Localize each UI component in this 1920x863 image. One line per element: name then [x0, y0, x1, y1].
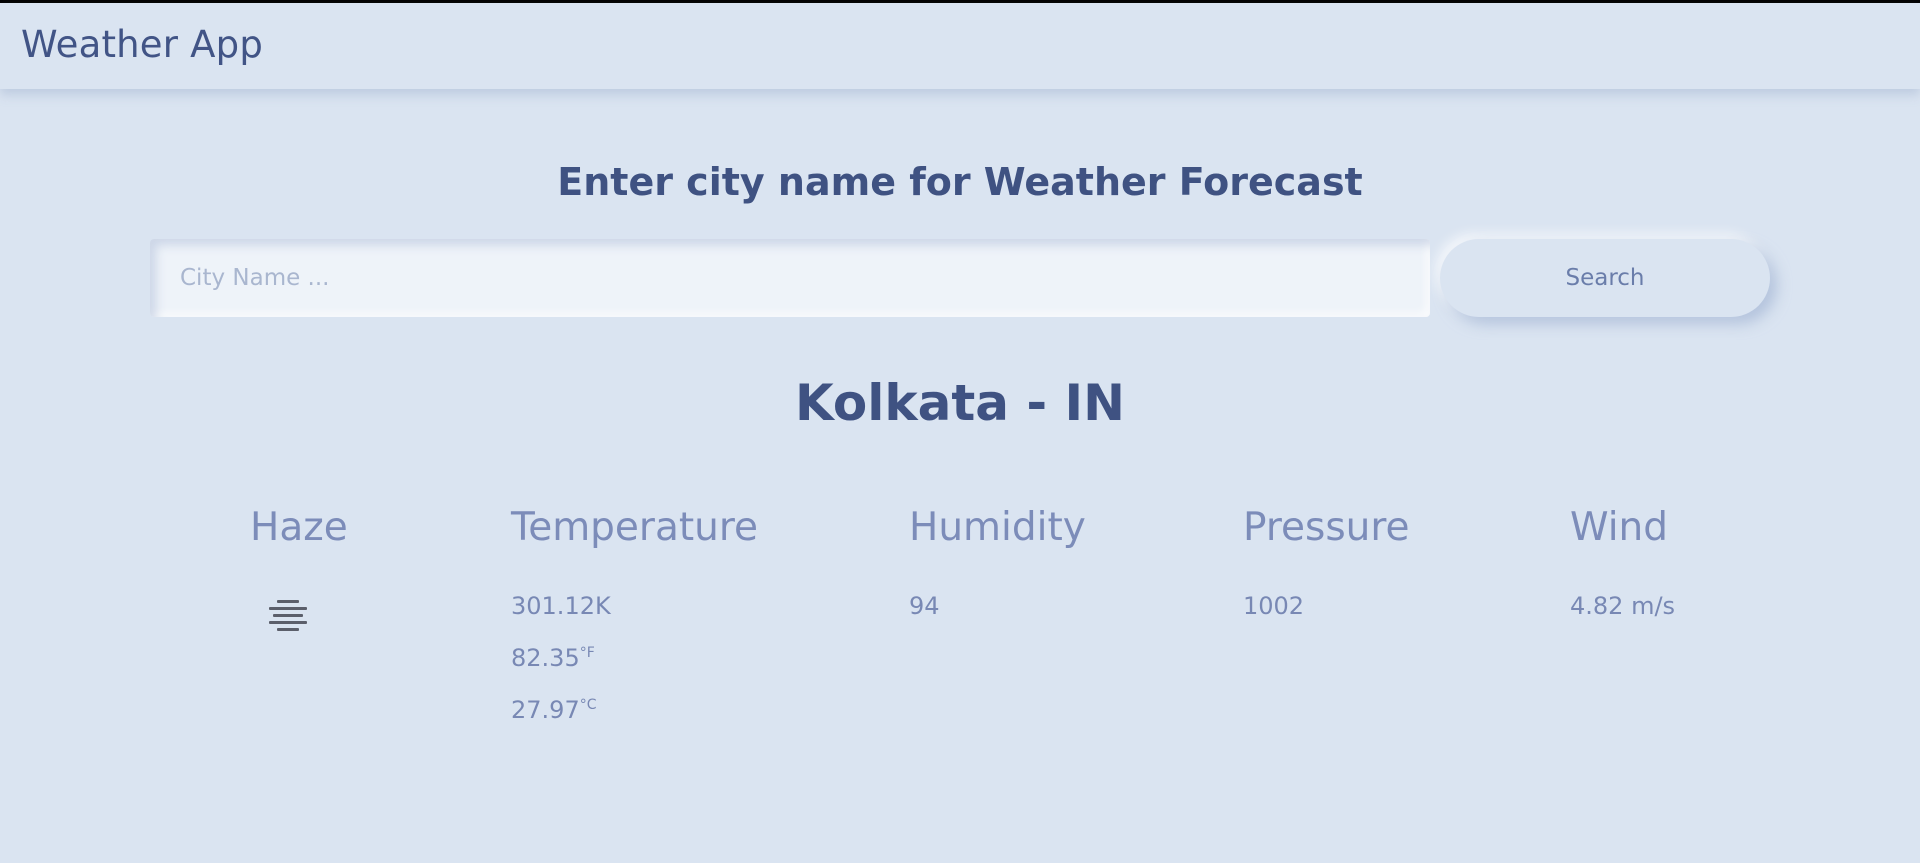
- condition-column: Haze: [250, 505, 348, 550]
- city-search-input[interactable]: [150, 239, 1430, 317]
- haze-icon: [267, 600, 309, 632]
- wind-value: 4.82 m/s: [1570, 592, 1676, 620]
- condition-label: Haze: [250, 505, 348, 550]
- temperature-fahrenheit-row: 82.35°F: [511, 630, 758, 682]
- app-title: Weather App: [21, 23, 264, 66]
- pressure-label: Pressure: [1243, 505, 1410, 550]
- city-title: Kolkata - IN: [794, 374, 1125, 432]
- wind-label: Wind: [1570, 505, 1669, 550]
- temperature-celsius-row: 27.97°C: [511, 682, 758, 734]
- search-heading: Enter city name for Weather Forecast: [557, 160, 1363, 204]
- humidity-value: 94: [909, 592, 940, 620]
- temperature-kelvin: 301.12K: [511, 592, 611, 620]
- wind-column: Wind 4.82 m/s: [1570, 505, 1675, 630]
- temperature-label: Temperature: [511, 505, 759, 550]
- navbar: Weather App: [0, 3, 1920, 89]
- temperature-fahrenheit: 82.35: [511, 644, 580, 672]
- fahrenheit-unit: °F: [579, 645, 595, 661]
- humidity-label: Humidity: [909, 505, 1086, 550]
- search-button[interactable]: Search: [1440, 239, 1770, 317]
- temperature-column: Temperature 301.12K 82.35°F 27.97°C: [511, 505, 758, 734]
- pressure-value: 1002: [1243, 592, 1305, 620]
- humidity-column: Humidity 94: [909, 505, 1086, 630]
- celsius-unit: °C: [579, 697, 597, 713]
- temperature-values: 301.12K 82.35°F 27.97°C: [511, 583, 758, 734]
- pressure-column: Pressure 1002: [1243, 505, 1410, 630]
- temperature-celsius: 27.97: [511, 696, 580, 724]
